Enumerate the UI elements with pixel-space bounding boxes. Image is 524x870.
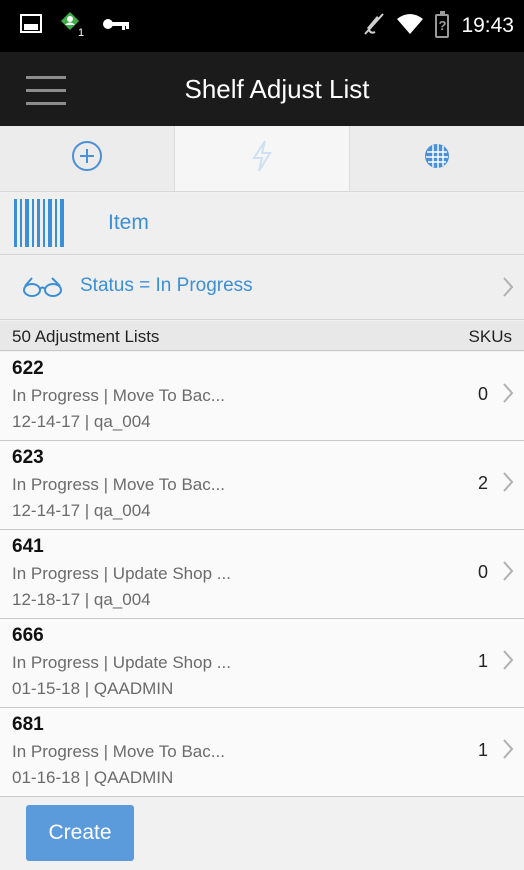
list-item-description: In Progress | Move To Bac...: [12, 742, 225, 761]
wifi-icon: [397, 13, 424, 40]
chevron-right-icon: [502, 649, 514, 676]
page-title: Shelf Adjust List: [184, 74, 370, 104]
add-circle-icon: [70, 139, 104, 178]
filter-label: Status = In Progress: [80, 275, 253, 296]
skus-column-label: SKUs: [468, 327, 512, 346]
chevron-right-icon: [502, 560, 514, 587]
item-input-label[interactable]: Item: [108, 211, 149, 235]
list-item-description: In Progress | Update Shop ...: [12, 564, 231, 583]
list-item-sku-count: 0: [477, 384, 488, 404]
list-item-sku-count: 0: [477, 562, 488, 582]
list-item[interactable]: 681 In Progress | Move To Bac... 01-16-1…: [0, 708, 524, 797]
list-item-meta: 12-18-17 | qa_004: [12, 590, 151, 609]
list-item-id: 681: [12, 714, 44, 735]
list-item[interactable]: 622 In Progress | Move To Bac... 12-14-1…: [0, 352, 524, 441]
svg-text:1: 1: [78, 27, 84, 39]
list-item-sku-count: 1: [477, 651, 488, 671]
list-item[interactable]: 623 In Progress | Move To Bac... 12-14-1…: [0, 441, 524, 530]
chevron-right-icon: [502, 382, 514, 409]
list-header: 50 Adjustment Lists SKUs: [0, 321, 524, 351]
list-item-sku-count: 1: [477, 740, 488, 760]
list-item[interactable]: 641 In Progress | Update Shop ... 12-18-…: [0, 530, 524, 619]
list-item-meta: 12-14-17 | qa_004: [12, 412, 151, 431]
image-icon: [20, 13, 44, 40]
tab-quick-action[interactable]: [175, 126, 349, 191]
barcode-icon[interactable]: [14, 199, 66, 247]
app-bar: Shelf Adjust List: [0, 52, 524, 126]
bottom-action-bar: Create: [0, 797, 524, 870]
item-scan-row: Item: [0, 193, 524, 255]
tab-inventory[interactable]: [350, 126, 524, 191]
person-notification-icon: 1: [58, 9, 88, 44]
create-button[interactable]: Create: [26, 805, 134, 861]
list-item-meta: 01-15-18 | QAADMIN: [12, 679, 174, 698]
filter-row[interactable]: Status = In Progress: [0, 256, 524, 320]
battery-icon: ?: [435, 11, 450, 38]
list-item-id: 666: [12, 625, 44, 646]
key-icon: [102, 16, 130, 37]
glasses-icon: [22, 276, 64, 303]
list-item-id: 641: [12, 536, 44, 557]
status-bar-left: 1: [20, 10, 130, 42]
tab-bar: [0, 126, 524, 192]
list-item[interactable]: 666 In Progress | Update Shop ... 01-15-…: [0, 619, 524, 708]
list-item-meta: 12-14-17 | qa_004: [12, 501, 151, 520]
status-bar: 1 ? 19:43: [0, 0, 524, 52]
list-item-description: In Progress | Move To Bac...: [12, 475, 225, 494]
list-item-meta: 01-16-18 | QAADMIN: [12, 768, 174, 787]
mute-icon: [363, 12, 385, 41]
clock: 19:43: [461, 14, 514, 37]
list-item-sku-count: 2: [477, 473, 488, 493]
status-bar-right: ? 19:43: [363, 10, 514, 42]
list-item-description: In Progress | Update Shop ...: [12, 653, 231, 672]
list-item-id: 623: [12, 447, 44, 468]
lightning-icon: [251, 140, 273, 177]
list-count-label: 50 Adjustment Lists: [12, 327, 160, 346]
list-item-id: 622: [12, 358, 44, 379]
chevron-right-icon: [502, 276, 514, 303]
list-item-description: In Progress | Move To Bac...: [12, 386, 225, 405]
adjustment-list: 622 In Progress | Move To Bac... 12-14-1…: [0, 352, 524, 797]
cube-icon: [422, 141, 452, 176]
chevron-right-icon: [502, 738, 514, 765]
tab-add[interactable]: [0, 126, 174, 191]
chevron-right-icon: [502, 471, 514, 498]
